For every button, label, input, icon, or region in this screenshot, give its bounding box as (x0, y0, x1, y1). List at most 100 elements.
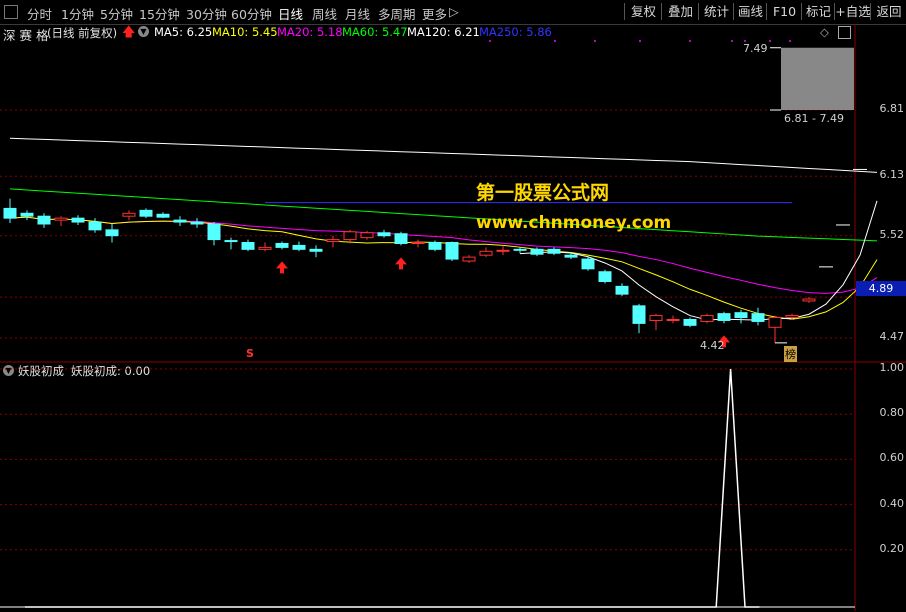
candle-body (377, 232, 391, 237)
candle-body (156, 213, 170, 218)
high-label: 7.49 (743, 42, 768, 55)
candlestick-chart[interactable] (0, 24, 906, 364)
indicator-axis-label: 0.40 (879, 496, 905, 510)
candle-body (632, 305, 646, 324)
candle-body (785, 315, 799, 319)
candle-body (683, 318, 697, 326)
candle-body (292, 244, 306, 250)
signal-dot (639, 40, 641, 42)
signal-up-arrow-icon (395, 257, 407, 270)
signal-dot (789, 40, 791, 42)
period-tab-9[interactable]: 多周期 (378, 4, 416, 23)
candle-body (530, 248, 544, 255)
candle-body (122, 212, 136, 217)
candle-body (54, 217, 68, 221)
candle-body (751, 313, 765, 322)
s-marker: S (246, 347, 254, 360)
period-tab-8[interactable]: 月线 (345, 4, 370, 23)
period-tab-10[interactable]: 更多 (422, 4, 447, 23)
candle-body (173, 219, 187, 223)
toolbar-button-4[interactable]: F10 (766, 3, 802, 20)
ma20-line (9, 216, 878, 294)
candle-body (275, 242, 289, 248)
candle-body (20, 212, 34, 217)
indicator-axis-label: 0.80 (879, 406, 905, 420)
period-tab-4[interactable]: 30分钟 (186, 4, 227, 23)
indicator-axis-label: 0.20 (879, 541, 905, 555)
current-price-tag: 4.89 (856, 281, 906, 296)
indicator-chart[interactable] (0, 363, 906, 611)
bang-marker: 榜 (784, 346, 797, 362)
price-axis-label: 6.81 (879, 102, 905, 115)
watermark-title: 第一股票公式网 (476, 182, 610, 204)
candle-body (258, 246, 272, 250)
candle-body (71, 217, 85, 223)
toolbar-button-2[interactable]: 统计 (698, 3, 734, 20)
watermark-url: www.chnmoney.com (476, 213, 672, 233)
candle-body (479, 250, 493, 256)
candle-body (581, 258, 595, 270)
candle-body (309, 248, 323, 252)
range-box (781, 47, 854, 110)
candle-body (462, 256, 476, 262)
toolbar-button-5[interactable]: 标记 (801, 3, 835, 20)
candle-body (547, 248, 561, 254)
signal-dot (489, 40, 491, 42)
candle-body (768, 317, 782, 328)
signal-dot (594, 40, 596, 42)
candle-body (411, 242, 425, 245)
candle-body (105, 229, 119, 237)
toolbar-button-0[interactable]: 复权 (624, 3, 662, 20)
ma10-line (9, 216, 878, 320)
candle-body (241, 242, 255, 250)
candle-body (224, 240, 238, 243)
candle-body (513, 248, 527, 251)
toolbar-button-7[interactable]: 返回 (870, 3, 906, 20)
period-tab-6[interactable]: 日线 (278, 4, 303, 23)
price-axis-label: 4.47 (879, 330, 905, 343)
candle-body (428, 242, 442, 250)
more-arrow-icon[interactable]: ▷ (449, 4, 459, 19)
period-tab-1[interactable]: 1分钟 (61, 4, 94, 23)
signal-dot (554, 40, 556, 42)
candle-body (598, 271, 612, 282)
ma120-line (9, 137, 878, 173)
price-axis-label: 5.52 (879, 227, 905, 241)
indicator-axis-label: 1.00 (879, 361, 905, 374)
toolbar-button-3[interactable]: 画线 (733, 3, 767, 20)
candle-body (700, 315, 714, 322)
panel-toggle-icon[interactable] (4, 5, 18, 19)
toolbar-button-6[interactable]: +自选 (834, 3, 871, 20)
candle-body (445, 242, 459, 260)
candle-body (3, 207, 17, 219)
signal-dot (689, 40, 691, 42)
signal-dot (769, 40, 771, 42)
candle-body (734, 312, 748, 319)
candle-body (564, 254, 578, 258)
period-tab-7[interactable]: 周线 (312, 4, 337, 23)
candle-body (139, 209, 153, 217)
candle-body (717, 313, 731, 321)
price-axis-label: 6.13 (879, 168, 905, 182)
candle-body (207, 223, 221, 241)
period-tab-0[interactable]: 分时 (27, 4, 52, 23)
low-label: 4.42 (700, 339, 725, 352)
period-tab-5[interactable]: 60分钟 (231, 4, 272, 23)
candle-body (802, 298, 816, 302)
signal-up-arrow-icon (276, 261, 288, 274)
indicator-line (25, 368, 760, 608)
candle-body (37, 215, 51, 225)
period-toolbar: 分时 1分钟 5分钟 15分钟 30分钟 60分钟 日线 周线 月线 多周期 更多 ▷ 复权 叠加 统计 画线… (0, 0, 906, 25)
candle-body (666, 318, 680, 321)
candle-body (360, 232, 374, 239)
signal-dot (731, 40, 733, 42)
period-tab-2[interactable]: 5分钟 (100, 4, 133, 23)
candle-body (615, 285, 629, 295)
toolbar-button-1[interactable]: 叠加 (661, 3, 699, 20)
period-tab-3[interactable]: 15分钟 (139, 4, 180, 23)
candle-body (88, 221, 102, 231)
indicator-axis-label: 0.60 (879, 451, 905, 465)
candle-body (190, 221, 204, 225)
candle-body (326, 239, 340, 243)
candle-body (394, 233, 408, 244)
